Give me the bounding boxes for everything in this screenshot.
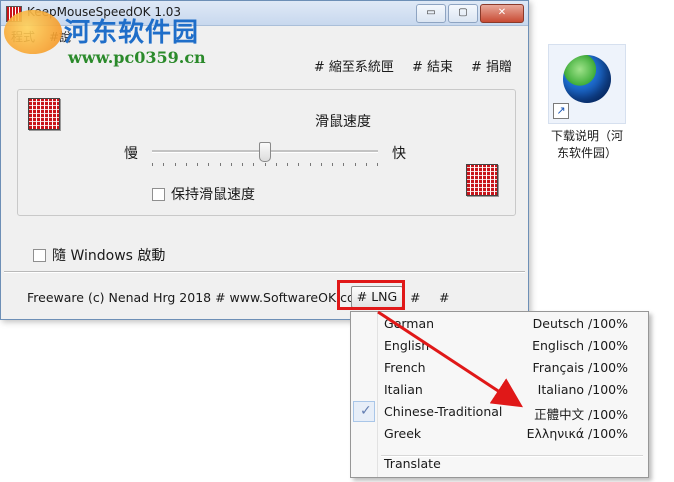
checkbox-box[interactable]: [152, 187, 165, 201]
highlight-box: [337, 280, 405, 310]
startup-label: 隨 Windows 啟動: [52, 248, 166, 264]
slider-tick: [208, 163, 210, 166]
slider-tick: [152, 163, 153, 166]
slider-tick: [253, 163, 255, 166]
menu-item-label: Chinese-Traditional: [384, 404, 503, 419]
slider-tick: [377, 163, 378, 166]
menu-item-label: French: [384, 360, 426, 375]
app-icon: [6, 6, 22, 22]
menu-item-native: Italiano /100%: [537, 382, 628, 397]
menu-item-label: Translate: [384, 456, 441, 471]
slider-tick: [320, 163, 322, 166]
slider-tick: [287, 163, 288, 166]
menu-item-native: 正體中文 /100%: [534, 407, 628, 422]
donate-link[interactable]: # 捐贈: [471, 56, 512, 75]
footer-freeware-text[interactable]: Freeware (c) Nenad Hrg 2018 # www.Softwa…: [27, 290, 367, 305]
speed-label: 滑鼠速度: [315, 114, 371, 130]
checkbox-box[interactable]: [33, 248, 46, 262]
slider-tick: [163, 163, 165, 166]
slider-ticks: [152, 163, 378, 167]
footer-hash-2[interactable]: #: [439, 290, 449, 305]
maximize-button[interactable]: ▢: [448, 4, 478, 23]
desktop-shortcut[interactable]: ↗ 下载说明（河 东软件园）: [546, 44, 628, 162]
check-icon: ✓: [360, 403, 372, 419]
shortcut-arrow-icon: ↗: [553, 103, 569, 119]
window-title: KeepMouseSpeedOK 1.03: [27, 5, 182, 19]
slider-tick: [354, 163, 356, 166]
exit-link[interactable]: # 結束: [412, 56, 453, 75]
keep-speed-checkbox[interactable]: 保持滑鼠速度: [152, 184, 255, 204]
caption-line-1: 下载说明（河: [550, 129, 623, 143]
top-links: # 縮至系統匣 # 結束 # 捐贈: [314, 56, 512, 75]
slider-tick: [230, 163, 232, 166]
slider-tick: [242, 163, 243, 166]
footer-hash-1[interactable]: #: [410, 290, 420, 305]
slider-tick: [197, 163, 198, 166]
startup-checkbox[interactable]: 隨 Windows 啟動: [33, 245, 165, 265]
title-bar[interactable]: KeepMouseSpeedOK 1.03 ▭ ▢ ✕: [1, 1, 528, 26]
slider-tick: [275, 163, 277, 166]
mouse-speed-icon-fast: [466, 164, 498, 196]
menu-item-greek[interactable]: Greek Ελληνικά /100%: [351, 423, 648, 445]
slider-tick: [219, 163, 221, 166]
menu-item-native: Ελληνικά /100%: [526, 426, 628, 441]
fast-label: 快: [392, 146, 406, 162]
menu-item-italian[interactable]: Italian Italiano /100%: [351, 379, 648, 401]
minimize-to-tray-link[interactable]: # 縮至系統匣: [314, 56, 394, 75]
globe-icon: [563, 55, 611, 103]
minimize-button[interactable]: ▭: [416, 4, 446, 23]
close-button[interactable]: ✕: [480, 4, 524, 23]
globe-icon-tile: ↗: [548, 44, 626, 124]
menu-item-english[interactable]: English Englisch /100%: [351, 335, 648, 357]
menu-item-native: Français /100%: [532, 360, 628, 375]
slider-tick: [332, 163, 333, 166]
menu-help[interactable]: #說: [49, 28, 71, 45]
menu-item-translate[interactable]: Translate: [351, 453, 648, 475]
caption-line-2: 东软件园）: [556, 146, 617, 160]
menu-item-label: Greek: [384, 426, 422, 441]
slider-tick: [264, 163, 266, 166]
slider-tick: [174, 163, 176, 166]
menu-item-german[interactable]: German Deutsch /100%: [351, 313, 648, 335]
slider-tick: [309, 163, 311, 166]
menu-bar: 程式 #說: [1, 26, 528, 46]
slider-tick: [185, 163, 187, 166]
language-menu: German Deutsch /100% English Englisch /1…: [350, 311, 649, 478]
menu-item-native: Englisch /100%: [532, 338, 628, 353]
menu-item-chinese-traditional[interactable]: ✓ Chinese-Traditional 正體中文 /100%: [351, 401, 648, 423]
menu-item-native: Deutsch /100%: [532, 316, 628, 331]
slow-label: 慢: [124, 146, 138, 162]
menu-item-label: English: [384, 338, 430, 353]
slider-tick: [298, 163, 300, 166]
slider-tick: [365, 163, 367, 166]
slider-tick: [343, 163, 345, 166]
mouse-speed-icon: [28, 98, 60, 130]
menu-item-label: Italian: [384, 382, 423, 397]
menu-program[interactable]: 程式: [11, 28, 35, 45]
desktop-shortcut-caption: 下载说明（河 东软件园）: [546, 128, 628, 162]
menu-item-label: German: [384, 316, 435, 331]
keep-speed-label: 保持滑鼠速度: [171, 187, 255, 203]
menu-item-french[interactable]: French Français /100%: [351, 357, 648, 379]
divider: [4, 271, 525, 273]
speed-slider-thumb[interactable]: [259, 142, 271, 162]
